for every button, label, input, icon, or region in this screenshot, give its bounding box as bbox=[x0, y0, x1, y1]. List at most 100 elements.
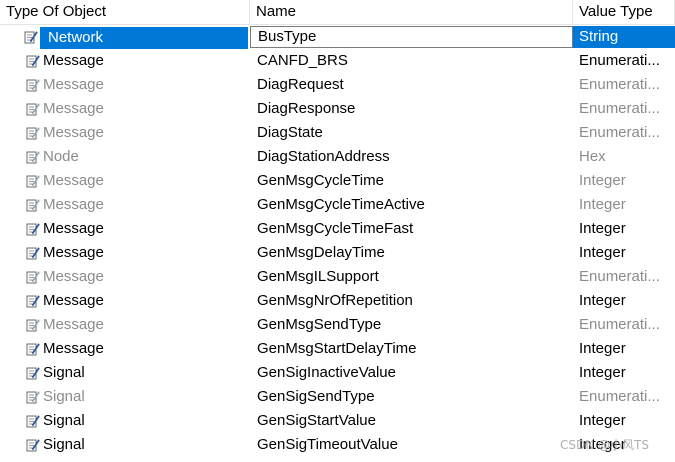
table-row[interactable]: Signal GenSigSendType Enumerati... bbox=[0, 385, 675, 409]
type-of-object-cell: Message bbox=[0, 313, 250, 337]
name-cell: CANFD_BRS bbox=[257, 52, 348, 69]
table-row[interactable]: Message GenMsgStartDelayTime Integer bbox=[0, 337, 675, 361]
table-row[interactable]: Message GenMsgCycleTime Integer bbox=[0, 169, 675, 193]
table-row[interactable]: Node DiagStationAddress Hex bbox=[0, 145, 675, 169]
column-header-type-of-object[interactable]: Type Of Object bbox=[0, 0, 250, 24]
name-cell: GenMsgDelayTime bbox=[257, 244, 385, 261]
type-of-object-cell: Message bbox=[0, 289, 250, 313]
value-type-cell: String bbox=[573, 26, 675, 48]
value-type-cell: Enumerati... bbox=[579, 100, 660, 117]
type-of-object-label: Message bbox=[43, 172, 104, 189]
table-row[interactable]: Message GenMsgSendType Enumerati... bbox=[0, 313, 675, 337]
table-row[interactable]: Signal GenSigStartValue Integer bbox=[0, 409, 675, 433]
type-of-object-label: Message bbox=[43, 52, 104, 69]
value-type-cell: Integer bbox=[579, 244, 626, 261]
name-cell: GenSigTimeoutValue bbox=[257, 436, 398, 453]
name-cell: DiagStationAddress bbox=[257, 148, 390, 165]
watermark: CSDN @小风TS bbox=[560, 438, 649, 452]
list-body: Network BusType String Message CANFD_BRS Enum… bbox=[0, 25, 675, 457]
value-type-cell: Enumerati... bbox=[579, 268, 660, 285]
type-of-object-cell: Signal bbox=[0, 385, 250, 409]
table-row[interactable]: Message GenMsgCycleTimeFast Integer bbox=[0, 217, 675, 241]
edit-attribute-icon bbox=[26, 78, 40, 92]
type-of-object-cell: Message bbox=[0, 337, 250, 361]
name-cell: GenMsgCycleTimeFast bbox=[257, 220, 414, 237]
edit-attribute-icon bbox=[26, 102, 40, 116]
edit-attribute-icon bbox=[26, 270, 40, 284]
table-row[interactable]: Message CANFD_BRS Enumerati... bbox=[0, 49, 675, 73]
table-row[interactable]: Signal GenSigInactiveValue Integer bbox=[0, 361, 675, 385]
type-of-object-cell: Message bbox=[0, 217, 250, 241]
edit-attribute-icon bbox=[26, 414, 40, 428]
name-cell: GenMsgCycleTime bbox=[257, 172, 384, 189]
column-header-name[interactable]: Name bbox=[250, 0, 573, 24]
name-cell: GenMsgStartDelayTime bbox=[257, 340, 417, 357]
table-row[interactable]: Message DiagRequest Enumerati... bbox=[0, 73, 675, 97]
type-of-object-cell: Signal bbox=[0, 433, 250, 457]
type-of-object-cell: Message bbox=[0, 241, 250, 265]
type-of-object-label: Message bbox=[43, 340, 104, 357]
edit-attribute-icon bbox=[26, 366, 40, 380]
type-of-object-label: Signal bbox=[43, 436, 85, 453]
type-of-object-cell: Message bbox=[0, 97, 250, 121]
type-of-object-label: Message bbox=[43, 124, 104, 141]
name-cell: GenMsgSendType bbox=[257, 316, 382, 333]
edit-attribute-icon bbox=[26, 174, 40, 188]
list-header: Type Of Object Name Value Type bbox=[0, 0, 675, 25]
table-row[interactable]: Network BusType String bbox=[0, 25, 675, 49]
table-row[interactable]: Message GenMsgNrOfRepetition Integer bbox=[0, 289, 675, 313]
value-type-cell: Integer bbox=[579, 196, 626, 213]
value-type-cell: Integer bbox=[579, 340, 626, 357]
value-type-cell: Enumerati... bbox=[579, 124, 660, 141]
name-cell: GenMsgNrOfRepetition bbox=[257, 292, 413, 309]
type-of-object-label: Message bbox=[43, 196, 104, 213]
table-row[interactable]: Message GenMsgILSupport Enumerati... bbox=[0, 265, 675, 289]
edit-attribute-icon bbox=[26, 150, 40, 164]
table-row[interactable]: Message GenMsgDelayTime Integer bbox=[0, 241, 675, 265]
name-edit-field[interactable]: BusType bbox=[250, 26, 573, 48]
type-of-object-label: Message bbox=[43, 316, 104, 333]
edit-attribute-icon bbox=[26, 390, 40, 404]
name-cell: DiagState bbox=[257, 124, 323, 141]
edit-attribute-icon bbox=[26, 318, 40, 332]
type-of-object-cell: Message bbox=[0, 49, 250, 73]
name-cell: DiagRequest bbox=[257, 76, 344, 93]
type-of-object-label: Signal bbox=[43, 412, 85, 429]
type-of-object-label: Message bbox=[43, 268, 104, 285]
type-of-object-label: Message bbox=[43, 220, 104, 237]
name-cell: GenMsgCycleTimeActive bbox=[257, 196, 425, 213]
type-of-object-cell: Signal bbox=[0, 409, 250, 433]
type-of-object-cell: Node bbox=[0, 145, 250, 169]
table-row[interactable]: Message GenMsgCycleTimeActive Integer bbox=[0, 193, 675, 217]
type-of-object-label: Network bbox=[48, 28, 104, 46]
type-of-object-label: Message bbox=[43, 244, 104, 261]
type-of-object-label: Signal bbox=[43, 364, 85, 381]
edit-attribute-icon bbox=[24, 30, 38, 44]
value-type-cell: Enumerati... bbox=[579, 52, 660, 69]
table-row[interactable]: Message DiagState Enumerati... bbox=[0, 121, 675, 145]
type-of-object-cell: Message bbox=[0, 121, 250, 145]
type-of-object-label: Message bbox=[43, 76, 104, 93]
type-of-object-label: Node bbox=[43, 148, 79, 165]
edit-attribute-icon bbox=[26, 222, 40, 236]
edit-attribute-icon bbox=[26, 438, 40, 452]
type-of-object-cell: Message bbox=[0, 193, 250, 217]
name-cell: GenSigStartValue bbox=[257, 412, 376, 429]
type-of-object-label: Message bbox=[43, 100, 104, 117]
column-header-value-type[interactable]: Value Type bbox=[573, 0, 675, 24]
edit-attribute-icon bbox=[26, 198, 40, 212]
name-cell: GenSigSendType bbox=[257, 388, 375, 405]
table-row[interactable]: Message DiagResponse Enumerati... bbox=[0, 97, 675, 121]
name-cell: DiagResponse bbox=[257, 100, 356, 117]
value-type-cell: Integer bbox=[579, 220, 626, 237]
value-type-cell: Integer bbox=[579, 412, 626, 429]
value-type-cell: Integer bbox=[579, 364, 626, 381]
value-type-cell: Enumerati... bbox=[579, 316, 660, 333]
edit-attribute-icon bbox=[26, 342, 40, 356]
edit-attribute-icon bbox=[26, 54, 40, 68]
value-type-cell: Enumerati... bbox=[579, 388, 660, 405]
selected-cell-highlight: Network bbox=[40, 26, 248, 49]
value-type-cell: Integer bbox=[579, 292, 626, 309]
attribute-definitions-list: Type Of Object Name Value Type Network Bu… bbox=[0, 0, 675, 457]
type-of-object-label: Message bbox=[43, 292, 104, 309]
